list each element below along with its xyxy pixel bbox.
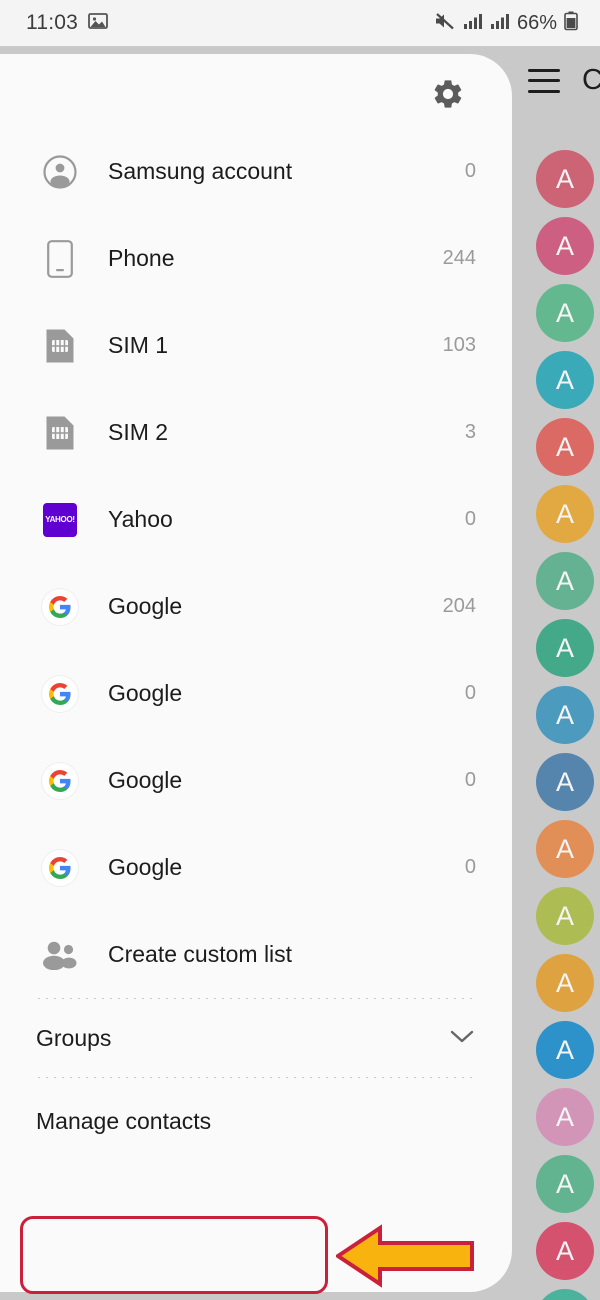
account-label: Yahoo: [108, 506, 173, 532]
account-row[interactable]: Samsung account 0: [0, 128, 512, 215]
google-logo-glyph: [42, 762, 78, 799]
account-label: Google: [108, 680, 183, 706]
people-icon: [38, 940, 82, 970]
account-label: Samsung account: [108, 158, 293, 184]
account-label: SIM 1: [108, 332, 169, 358]
account-row[interactable]: Google 204: [0, 563, 512, 650]
google-logo-icon: [38, 588, 82, 625]
account-row[interactable]: SIM 2 3: [0, 389, 512, 476]
account-count: 0: [464, 682, 476, 704]
annotation-arrow-icon: [334, 1224, 476, 1293]
phone-screen: 11:03 66% C A A A A A A A A A A A A A A …: [0, 0, 600, 1300]
account-label: Google: [108, 854, 183, 880]
status-bar-left: 11:03: [26, 11, 108, 36]
samsung-account-icon: [38, 154, 82, 190]
account-label: Google: [108, 593, 183, 619]
contacts-app-title: Contacts: [582, 64, 600, 96]
account-count: 103: [442, 334, 476, 356]
mute-icon: [434, 11, 456, 36]
avatar[interactable]: A: [536, 619, 594, 677]
avatar[interactable]: A: [536, 552, 594, 610]
create-custom-list-label: Create custom list: [108, 941, 293, 967]
avatar[interactable]: A: [536, 887, 594, 945]
avatar[interactable]: A: [536, 1088, 594, 1146]
avatar[interactable]: A: [536, 217, 594, 275]
contacts-app-header: Contacts: [528, 64, 600, 97]
avatar[interactable]: A: [536, 1155, 594, 1213]
avatar[interactable]: A: [536, 753, 594, 811]
status-bar-right: 66%: [434, 11, 578, 36]
drawer-header: [0, 54, 512, 128]
avatar[interactable]: A: [536, 1222, 594, 1280]
avatar[interactable]: A: [536, 418, 594, 476]
phone-icon: [38, 239, 82, 278]
account-row[interactable]: YAHOO! Yahoo 0: [0, 476, 512, 563]
account-row[interactable]: Phone 244: [0, 215, 512, 302]
account-count: 0: [464, 160, 476, 182]
clock: 11:03: [26, 11, 78, 34]
create-custom-list-row[interactable]: Create custom list: [0, 911, 512, 998]
status-bar: 11:03 66%: [0, 0, 600, 46]
account-count: 3: [464, 421, 476, 443]
account-list: Samsung account 0 Phone 244 SIM 1 103 SIM 2 3 YA…: [0, 128, 512, 911]
avatar[interactable]: A: [536, 150, 594, 208]
account-row[interactable]: Google 0: [0, 824, 512, 911]
avatar[interactable]: A: [536, 954, 594, 1012]
google-logo-icon: [38, 762, 82, 799]
account-count: 0: [464, 769, 476, 791]
avatar[interactable]: A: [536, 1021, 594, 1079]
manage-contacts-label: Manage contacts: [36, 1107, 212, 1134]
avatar[interactable]: A: [536, 485, 594, 543]
account-label: SIM 2: [108, 419, 169, 445]
account-row[interactable]: Google 0: [0, 650, 512, 737]
image-icon: [88, 11, 108, 36]
avatar[interactable]: A: [536, 284, 594, 342]
manage-contacts-row[interactable]: Manage contacts: [0, 1078, 512, 1164]
account-label: Google: [108, 767, 183, 793]
account-count: 204: [442, 595, 476, 617]
google-logo-glyph: [42, 675, 78, 712]
contact-avatar-list: AAAAAAAAAAAAAAAAAA: [536, 150, 594, 1300]
navigation-drawer: Samsung account 0 Phone 244 SIM 1 103 SIM 2 3 YA…: [0, 54, 512, 1292]
google-logo-icon: [38, 849, 82, 886]
yahoo-logo-icon: YAHOO!: [38, 502, 82, 537]
account-count: 0: [464, 856, 476, 878]
account-count: 0: [464, 508, 476, 530]
account-row[interactable]: SIM 1 103: [0, 302, 512, 389]
avatar[interactable]: A: [536, 351, 594, 409]
account-count: 244: [442, 247, 476, 269]
sim-card-icon: [38, 328, 82, 364]
signal-bars-icon: [463, 12, 483, 35]
sim-card-icon: [38, 415, 82, 451]
avatar[interactable]: A: [536, 686, 594, 744]
avatar[interactable]: A: [536, 1289, 594, 1300]
yahoo-logo-glyph: YAHOO!: [43, 502, 77, 537]
google-logo-glyph: [42, 588, 78, 625]
battery-percentage: 66%: [516, 11, 557, 34]
groups-row[interactable]: Groups: [0, 999, 512, 1077]
signal-bars-icon: [490, 12, 510, 35]
chevron-down-icon[interactable]: [448, 1027, 476, 1050]
battery-icon: [564, 11, 578, 36]
avatar[interactable]: A: [536, 820, 594, 878]
google-logo-glyph: [42, 849, 78, 886]
account-row[interactable]: Google 0: [0, 737, 512, 824]
google-logo-icon: [38, 675, 82, 712]
groups-label: Groups: [36, 1024, 112, 1051]
hamburger-menu-icon[interactable]: [528, 68, 560, 93]
account-label: Phone: [108, 245, 175, 271]
gear-icon[interactable]: [428, 74, 468, 114]
